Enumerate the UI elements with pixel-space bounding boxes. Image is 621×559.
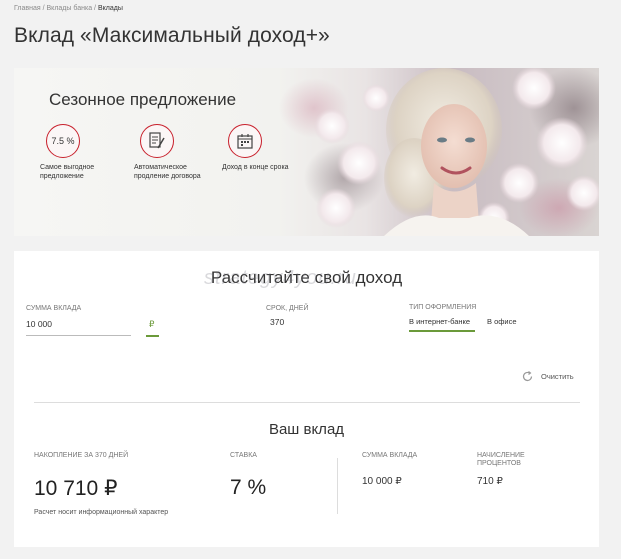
feature-label: Доход в конце срока: [222, 164, 289, 171]
breadcrumb-separator: /: [42, 5, 45, 12]
currency-underline: [146, 335, 159, 337]
watermark: strategy4you.ru: [204, 267, 357, 289]
breadcrumb-link-deposits-bank[interactable]: Вклады банка: [47, 5, 93, 12]
clear-button[interactable]: Очистить: [522, 371, 574, 382]
type-option-internet-bank[interactable]: В интернет-банке: [409, 317, 470, 326]
term-input[interactable]: 370: [270, 317, 284, 327]
feature-income-end: Доход в конце срока: [222, 124, 292, 173]
accumulation-value: 10 710 ₽: [34, 477, 118, 500]
breadcrumb-link-home[interactable]: Главная: [14, 5, 41, 12]
feature-label: Самое выгодное предложение: [40, 164, 95, 180]
banner-heading: Сезонное предложение: [49, 90, 237, 109]
section-divider: [34, 402, 580, 403]
type-label: ТИП ОФОРМЛЕНИЯ: [409, 304, 477, 311]
rate-label: СТАВКА: [230, 452, 257, 459]
percent-badge-text: 7.5 %: [51, 136, 75, 146]
calendar-icon: [228, 124, 262, 158]
amount-input[interactable]: 10 000: [26, 319, 52, 329]
promo-banner: Сезонное предложение 7.5 % Самое выгодно…: [14, 68, 599, 236]
deposit-sum-value: 10 000 ₽: [362, 476, 402, 487]
disclaimer-note: Расчет носит информационный характер: [34, 509, 169, 516]
interest-label-line2: ПРОЦЕНТОВ: [477, 460, 521, 467]
type-option-office[interactable]: В офисе: [487, 317, 517, 326]
type-selected-underline: [409, 330, 475, 332]
feature-label: Автоматическое продление договора: [134, 164, 201, 180]
currency-select[interactable]: ₽: [149, 319, 154, 330]
amount-label: СУММА ВКЛАДА: [26, 305, 82, 312]
result-title: Ваш вклад: [268, 421, 345, 438]
page-title: Вклад «Максимальный доход+»: [14, 24, 330, 47]
breadcrumb-separator: /: [94, 5, 96, 12]
document-pen-icon: [140, 124, 174, 158]
breadcrumb: Главная / Вклады банка / Вклады: [14, 5, 123, 12]
interest-label-line1: НАЧИСЛЕНИЕ: [477, 452, 525, 459]
breadcrumb-current: Вклады: [97, 5, 123, 12]
term-label: СРОК, ДНЕЙ: [266, 305, 309, 312]
feature-best-offer: 7.5 % Самое выгодное предложение: [40, 124, 110, 181]
rate-value: 7 %: [230, 476, 267, 499]
accumulation-label: НАКОПЛЕНИЕ ЗА 370 ДНЕЙ: [34, 452, 129, 459]
refresh-icon: [522, 371, 533, 382]
deposit-sum-label: СУММА ВКЛАДА: [362, 452, 418, 459]
amount-input-underline: [26, 335, 131, 336]
deposit-calculator: Рассчитайте свой доход strategy4you.ru С…: [14, 251, 599, 547]
result-divider: [337, 458, 338, 514]
clear-label: Очистить: [541, 372, 574, 381]
interest-value: 710 ₽: [477, 476, 503, 487]
feature-auto-renewal: Автоматическое продление договора: [134, 124, 204, 181]
percent-badge-icon: 7.5 %: [46, 124, 80, 158]
